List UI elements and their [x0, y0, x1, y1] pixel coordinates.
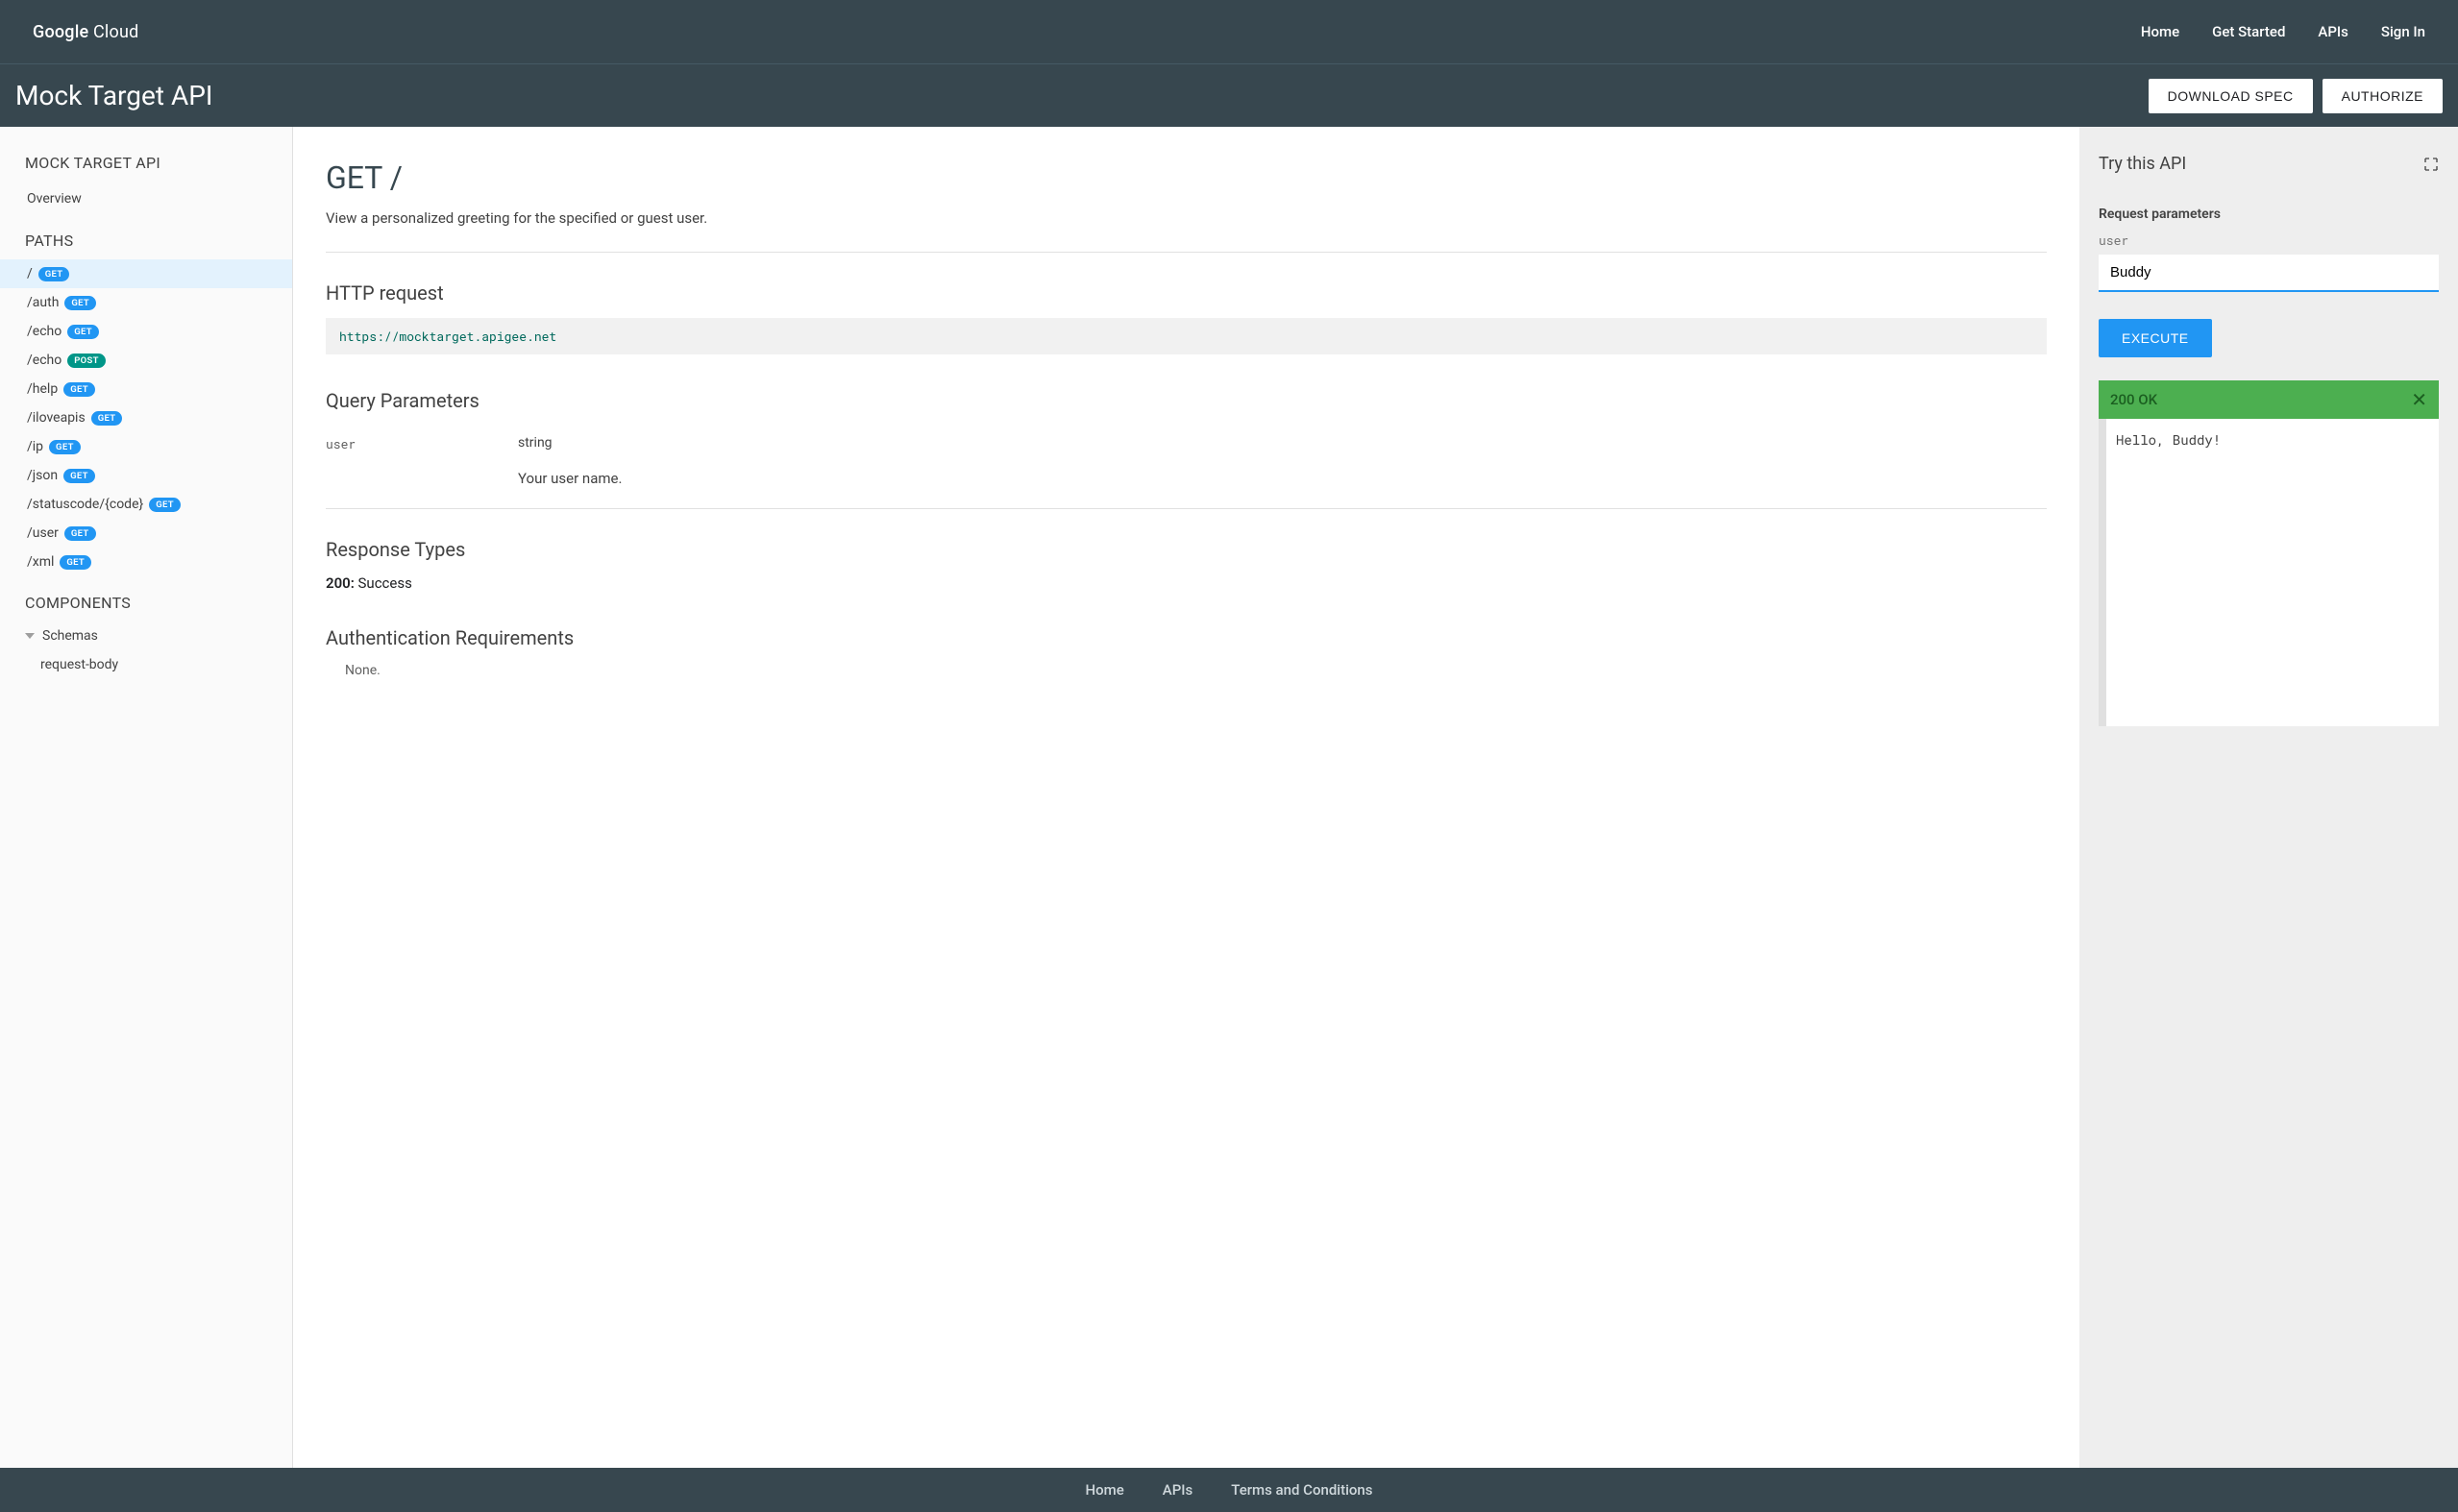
caret-down-icon: [25, 633, 35, 639]
param-desc: Your user name.: [326, 462, 2047, 509]
path-label: /: [27, 266, 33, 281]
response-line: 200: Success: [326, 574, 2047, 592]
content: GET / View a personalized greeting for t…: [293, 127, 2458, 1468]
api-title: Mock Target API: [15, 80, 213, 111]
path-label: /json: [27, 468, 58, 483]
path-item-echo-get[interactable]: /echo GET: [0, 317, 292, 346]
execute-button[interactable]: EXECUTE: [2099, 319, 2212, 357]
status-text: 200 OK: [2110, 391, 2157, 408]
http-request-title: HTTP request: [326, 281, 2047, 305]
path-label: /xml: [27, 554, 54, 570]
logo-part1: Google: [33, 22, 88, 42]
path-label: /auth: [27, 295, 59, 310]
doc-panel: GET / View a personalized greeting for t…: [293, 127, 2079, 1468]
response-types-title: Response Types: [326, 538, 2047, 561]
method-badge: GET: [64, 526, 96, 541]
path-label: /statuscode/{code}: [27, 497, 143, 512]
response-body: Hello, Buddy!: [2099, 419, 2439, 726]
resp-text: Success: [355, 574, 412, 592]
footer: Home APIs Terms and Conditions: [0, 1468, 2458, 1512]
path-item-xml-get[interactable]: /xml GET: [0, 548, 292, 576]
sidebar-api-head: MOCK TARGET API: [0, 154, 292, 172]
schemas-label: Schemas: [42, 628, 98, 644]
path-item-json-get[interactable]: /json GET: [0, 461, 292, 490]
method-badge: GET: [91, 411, 123, 426]
method-badge: GET: [38, 267, 70, 281]
main: MOCK TARGET API Overview PATHS / GET/auth…: [0, 127, 2458, 1468]
nav-apis[interactable]: APIs: [2318, 23, 2348, 40]
method-badge: GET: [49, 440, 81, 454]
user-input[interactable]: [2099, 255, 2439, 292]
logo[interactable]: Google Cloud: [33, 22, 138, 42]
method-badge: GET: [60, 555, 91, 570]
nav-get-started[interactable]: Get Started: [2212, 23, 2285, 40]
logo-part2: Cloud: [93, 22, 138, 42]
path-label: /echo: [27, 353, 61, 368]
subbar-actions: DOWNLOAD SPEC AUTHORIZE: [2149, 79, 2443, 113]
param-name: user: [326, 435, 518, 452]
status-bar: 200 OK ✕: [2099, 380, 2439, 419]
tryit-title: Try this API: [2099, 154, 2186, 174]
method-badge: GET: [64, 296, 96, 310]
path-item-help-get[interactable]: /help GET: [0, 375, 292, 403]
footer-home[interactable]: Home: [1085, 1481, 1123, 1499]
try-this-api-panel: Try this API Request parameters user EXE…: [2079, 127, 2458, 1468]
schema-request-body[interactable]: request-body: [0, 650, 292, 679]
path-label: /help: [27, 381, 58, 397]
nav-home[interactable]: Home: [2141, 23, 2179, 40]
path-item-auth-get[interactable]: /auth GET: [0, 288, 292, 317]
method-badge: GET: [63, 382, 95, 397]
endpoint-title: GET /: [326, 159, 2047, 196]
path-item-ip-get[interactable]: /ip GET: [0, 432, 292, 461]
param-type: string: [518, 435, 553, 452]
query-params-title: Query Parameters: [326, 389, 2047, 412]
sidebar-overview[interactable]: Overview: [0, 183, 292, 214]
path-label: /echo: [27, 324, 61, 339]
path-item-echo-post[interactable]: /echo POST: [0, 346, 292, 375]
subbar: Mock Target API DOWNLOAD SPEC AUTHORIZE: [0, 63, 2458, 127]
sidebar-components-head: COMPONENTS: [0, 576, 292, 622]
path-label: /user: [27, 525, 59, 541]
auth-none: None.: [326, 663, 2047, 678]
download-spec-button[interactable]: DOWNLOAD SPEC: [2149, 79, 2313, 113]
http-url: https://mocktarget.apigee.net: [326, 318, 2047, 354]
close-icon[interactable]: ✕: [2411, 390, 2427, 409]
footer-terms[interactable]: Terms and Conditions: [1231, 1481, 1372, 1499]
authorize-button[interactable]: AUTHORIZE: [2323, 79, 2443, 113]
method-badge: GET: [67, 325, 99, 339]
request-params-label: Request parameters: [2099, 207, 2439, 222]
auth-req-title: Authentication Requirements: [326, 626, 2047, 649]
tryit-head: Try this API: [2099, 154, 2439, 174]
sidebar-schemas[interactable]: Schemas: [0, 622, 292, 650]
sidebar: MOCK TARGET API Overview PATHS / GET/auth…: [0, 127, 293, 1468]
footer-apis[interactable]: APIs: [1163, 1481, 1193, 1499]
method-badge: POST: [67, 354, 105, 368]
topnav: Home Get Started APIs Sign In: [2141, 23, 2425, 40]
expand-icon[interactable]: [2423, 157, 2439, 172]
path-item-user-get[interactable]: /user GET: [0, 519, 292, 548]
path-item--get[interactable]: / GET: [0, 259, 292, 288]
nav-sign-in[interactable]: Sign In: [2381, 23, 2425, 40]
topbar: Google Cloud Home Get Started APIs Sign …: [0, 0, 2458, 63]
path-label: /ip: [27, 439, 43, 454]
param-user-label: user: [2099, 232, 2439, 249]
path-item-statuscodecode-get[interactable]: /statuscode/{code} GET: [0, 490, 292, 519]
endpoint-desc: View a personalized greeting for the spe…: [326, 209, 2047, 253]
path-item-iloveapis-get[interactable]: /iloveapis GET: [0, 403, 292, 432]
resp-code: 200:: [326, 574, 355, 592]
method-badge: GET: [149, 498, 181, 512]
sidebar-paths-head: PATHS: [0, 214, 292, 259]
param-row: user string: [326, 426, 2047, 462]
method-badge: GET: [63, 469, 95, 483]
path-label: /iloveapis: [27, 410, 86, 426]
